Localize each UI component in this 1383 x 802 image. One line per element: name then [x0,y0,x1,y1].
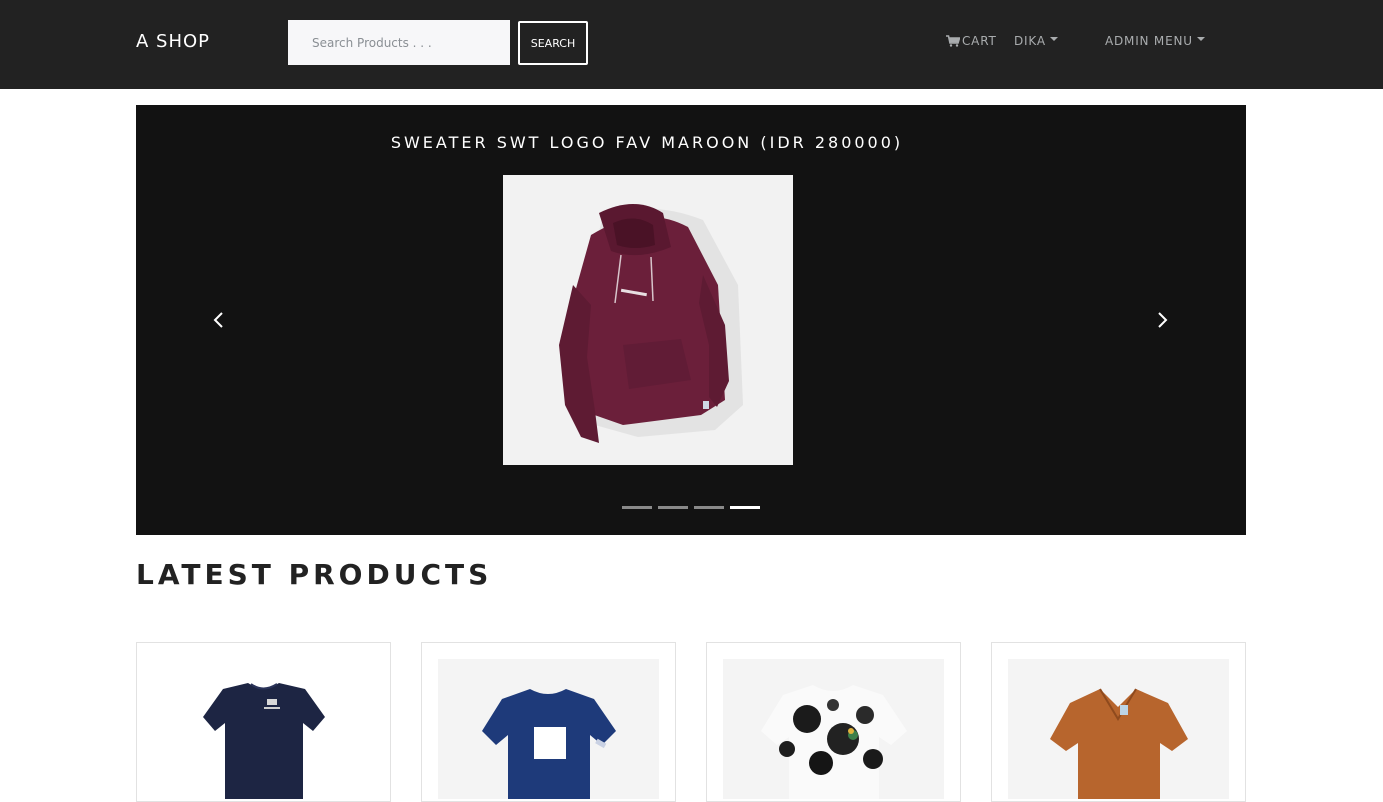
caret-down-icon [1196,37,1205,41]
shopping-cart-icon [946,35,960,47]
user-dropdown[interactable]: DIKA [1014,34,1058,48]
carousel-prev-button[interactable] [204,305,234,335]
carousel-product-image[interactable] [503,175,793,465]
chevron-left-icon [213,312,223,328]
carousel-caption: SWEATER SWT LOGO FAV MAROON (IDR 280000) [390,133,904,152]
brand-logo[interactable]: A SHOP [136,31,210,52]
search-button[interactable]: SEARCH [518,21,588,65]
carousel-indicators [622,506,760,509]
navy-tshirt-image [203,683,325,799]
carousel-indicator-4[interactable] [730,506,760,509]
product-image [438,659,659,799]
carousel-indicator-1[interactable] [622,506,652,509]
latest-products-heading: LATEST PRODUCTS [136,558,493,591]
product-card[interactable] [991,642,1246,802]
product-image [1008,659,1229,799]
admin-menu-label: ADMIN MENU [1105,34,1193,48]
brown-shirt-image [1008,659,1229,799]
user-label: DIKA [1014,34,1046,48]
product-image [153,659,374,799]
carousel-indicator-2[interactable] [658,506,688,509]
chevron-right-icon [1158,312,1168,328]
tie-dye-tshirt-image [723,659,944,799]
carousel-next-button[interactable] [1147,305,1177,335]
carousel-indicator-3[interactable] [694,506,724,509]
product-card[interactable] [136,642,391,802]
cart-label: CART [962,34,997,48]
top-navbar: A SHOP SEARCH CART DIKA ADMIN MENU [0,0,1383,89]
maroon-hoodie-image [503,175,793,465]
featured-carousel: SWEATER SWT LOGO FAV MAROON (IDR 280000) [136,105,1246,535]
search-input[interactable] [288,20,510,65]
admin-menu-dropdown[interactable]: ADMIN MENU [1105,34,1205,48]
blue-tshirt-image [438,659,659,799]
product-card[interactable] [421,642,676,802]
cart-link[interactable]: CART [946,34,997,48]
product-card[interactable] [706,642,961,802]
caret-down-icon [1049,37,1058,41]
product-image [723,659,944,799]
